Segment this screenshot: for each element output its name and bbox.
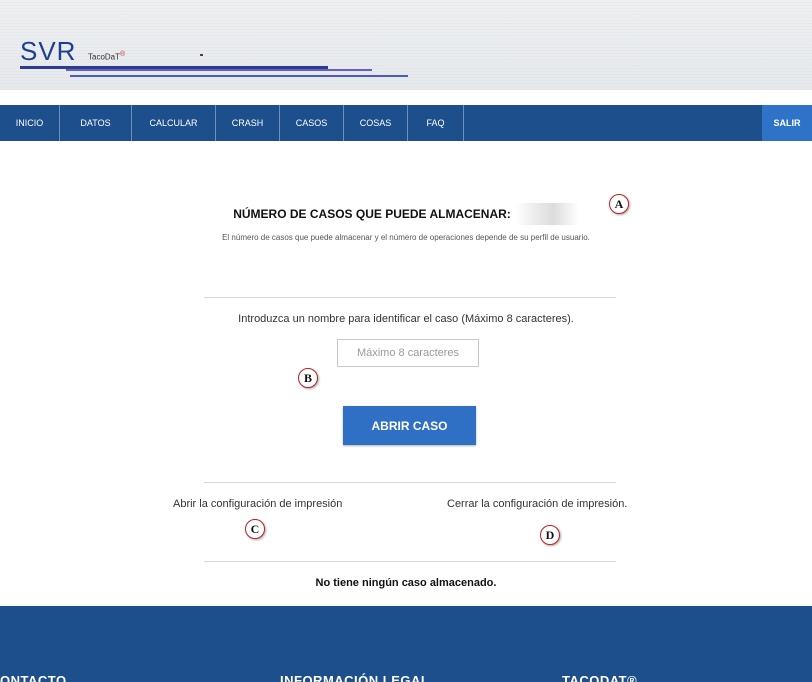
nav-item-calcular[interactable]: CALCULAR: [132, 105, 216, 141]
profile-note: El número de casos que puede almacenar y…: [222, 233, 590, 242]
page-title: NÚMERO DE CASOS QUE PUEDE ALMACENAR:: [233, 207, 511, 222]
divider: [204, 482, 616, 483]
main-nav: INICIO DATOS CALCULAR CRASH CASOS COSAS …: [0, 105, 812, 141]
open-print-config-link[interactable]: Abrir la configuración de impresión: [173, 498, 342, 510]
annotation-d: D: [540, 525, 560, 545]
logo[interactable]: SVR: [20, 36, 76, 67]
nav-item-datos[interactable]: DATOS: [60, 105, 132, 141]
open-case-button[interactable]: ABRIR CASO: [343, 406, 476, 445]
logo-underline: [66, 69, 372, 71]
registered-mark: ®: [120, 51, 126, 58]
cases-capacity-title: NÚMERO DE CASOS QUE PUEDE ALMACENAR:: [0, 203, 812, 225]
divider: [204, 561, 616, 562]
case-name-prompt: Introduzca un nombre para identificar el…: [238, 313, 574, 325]
logo-subtitle: TacoDaT®: [88, 51, 126, 62]
divider: [204, 297, 616, 298]
nav-item-casos[interactable]: CASOS: [280, 105, 344, 141]
logo-underline: [70, 75, 408, 77]
nav-item-faq[interactable]: FAQ: [408, 105, 464, 141]
annotation-a: A: [609, 194, 629, 214]
footer-heading-tacodat: TACODAT®: [562, 673, 638, 682]
annotation-c: C: [245, 519, 265, 539]
nav-item-crash[interactable]: CRASH: [216, 105, 280, 141]
nav-item-inicio[interactable]: INICIO: [0, 105, 60, 141]
site-header: SVR TacoDaT®: [0, 0, 812, 90]
annotation-b: B: [298, 368, 318, 388]
case-name-input[interactable]: [337, 339, 479, 367]
site-footer: ONTACTO INFORMACIÓN LEGAL TACODAT®: [0, 606, 812, 682]
close-print-config-link[interactable]: Cerrar la configuración de impresión.: [447, 498, 627, 510]
footer-heading-contact: ONTACTO: [0, 673, 67, 682]
footer-heading-legal: INFORMACIÓN LEGAL: [280, 673, 430, 682]
capacity-value-redacted: [514, 203, 579, 225]
no-cases-message: No tiene ningún caso almacenado.: [315, 577, 497, 589]
decorative-dot: [200, 54, 203, 56]
nav-item-cosas[interactable]: COSAS: [344, 105, 408, 141]
logout-button[interactable]: SALIR: [762, 105, 812, 141]
